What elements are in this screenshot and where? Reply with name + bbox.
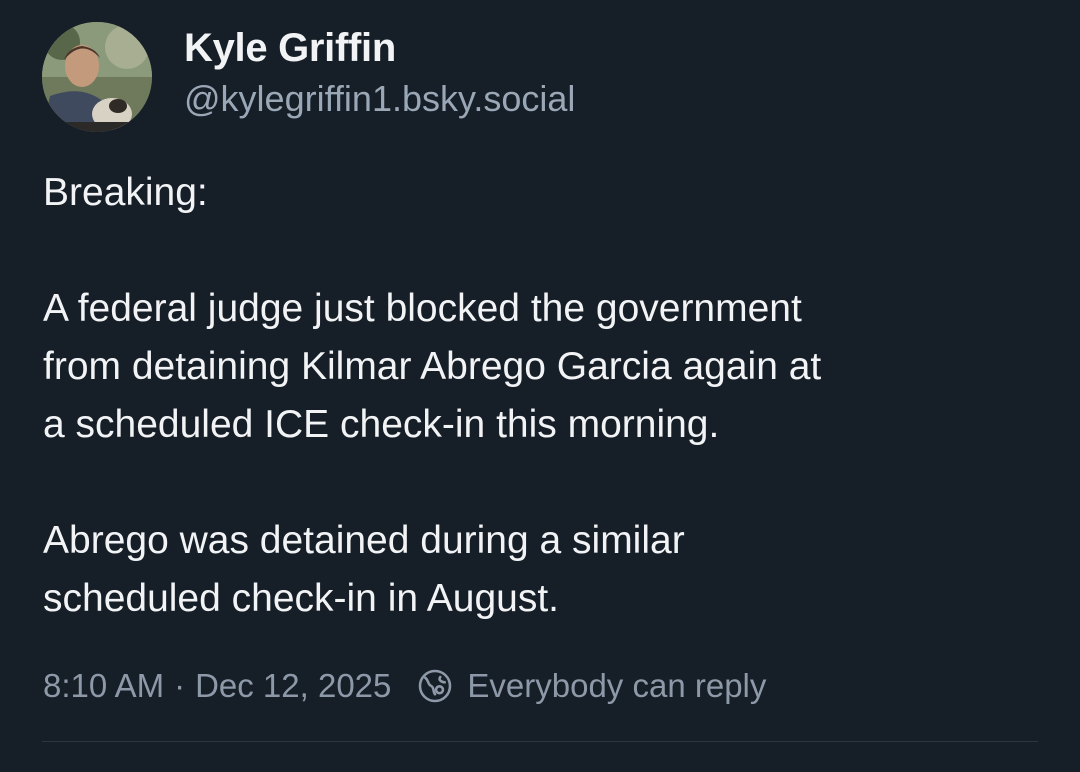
avatar[interactable] [42,22,152,132]
post-header: Kyle Griffin @kylegriffin1.bsky.social [42,22,575,132]
author-info: Kyle Griffin @kylegriffin1.bsky.social [184,22,575,122]
author-handle[interactable]: @kylegriffin1.bsky.social [184,76,575,122]
post-paragraph: A federal judge just blocked the governm… [43,287,822,446]
divider [42,741,1038,742]
globe-icon [417,668,453,704]
post: Kyle Griffin @kylegriffin1.bsky.social B… [0,0,1080,772]
post-paragraph: Abrego was detained during a similar sch… [43,519,685,620]
post-text: Breaking: A federal judge just blocked t… [43,164,1043,628]
post-time: 8:10 AM [43,667,165,704]
post-date: Dec 12, 2025 [195,667,392,704]
reply-setting-label: Everybody can reply [467,667,767,704]
avatar-image [42,22,152,132]
post-metadata: 8:10 AM · Dec 12, 2025 Everybody can rep… [43,662,766,710]
meta-separator: · [174,667,186,704]
post-paragraph: Breaking: [43,171,208,214]
author-display-name[interactable]: Kyle Griffin [184,22,575,74]
reply-setting[interactable]: Everybody can reply [417,662,766,710]
